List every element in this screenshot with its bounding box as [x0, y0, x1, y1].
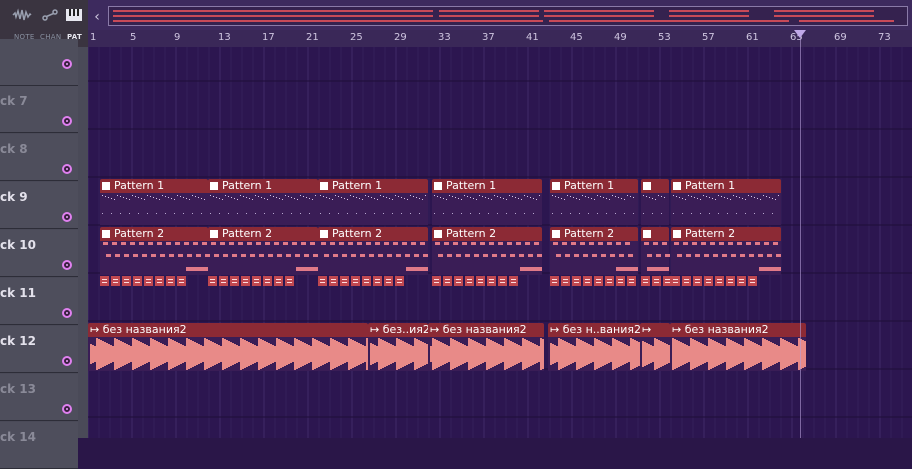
pattern-clip[interactable]: Pattern 2 — [671, 227, 781, 275]
track-header[interactable]: ck 13 — [0, 374, 78, 421]
pattern-clip[interactable]: Pattern 1 — [550, 179, 638, 225]
track-header[interactable]: ck 14 — [0, 422, 78, 469]
ruler-bar-number: 29 — [394, 32, 407, 43]
track-toggle-icon[interactable] — [62, 59, 72, 69]
clip-label: без названия2 — [442, 323, 527, 336]
clip-label: Pattern 2 — [446, 227, 497, 240]
ruler-bar-number: 45 — [570, 32, 583, 43]
pattern-clip[interactable]: Pattern 1 — [432, 179, 542, 225]
track-toggle-icon[interactable] — [62, 356, 72, 366]
clip-label: Pattern 2 — [222, 227, 273, 240]
track-header[interactable]: ck 9 — [0, 182, 78, 229]
pattern-clip[interactable]: Pattern 1 — [208, 179, 318, 225]
clip-label: Pattern 1 — [446, 179, 497, 192]
track-header[interactable]: ck 10 — [0, 230, 78, 277]
clip-label: без н..вания2 — [562, 323, 640, 336]
track-header[interactable]: ck 12 — [0, 326, 78, 373]
track-toggle-icon[interactable] — [62, 308, 72, 318]
clip-label: Pattern 1 — [685, 179, 736, 192]
clip-label: без названия2 — [684, 323, 769, 336]
ruler-bar-number: 53 — [658, 32, 671, 43]
track-header[interactable]: ck 7 — [0, 86, 78, 133]
ruler-bar-number: 1 — [90, 32, 97, 43]
clip-label: Pattern 1 — [222, 179, 273, 192]
playlist-overview[interactable] — [108, 6, 908, 26]
track-toggle-icon[interactable] — [62, 260, 72, 270]
clip-label: Pattern 1 — [564, 179, 615, 192]
pattern-clip[interactable]: Pattern 1 — [671, 179, 781, 225]
track-name: ck 12 — [0, 334, 36, 348]
audio-clip[interactable]: ↦ без названия2 — [428, 323, 544, 371]
ruler-bar-number: 57 — [702, 32, 715, 43]
clip-label: Pattern 2 — [332, 227, 383, 240]
pattern-clip[interactable] — [641, 179, 669, 225]
track-name: ck 13 — [0, 382, 36, 396]
pattern-clip[interactable]: Pattern 2 — [100, 227, 208, 275]
audio-clip[interactable]: ↦ без названия2 — [670, 323, 806, 371]
clip-label: Pattern 2 — [685, 227, 736, 240]
pattern-clip[interactable]: Pattern 1 — [318, 179, 428, 225]
track-name: ck 14 — [0, 430, 36, 444]
track-toggle-icon[interactable] — [62, 212, 72, 222]
ruler-bar-number: 61 — [746, 32, 759, 43]
clip-label: Pattern 1 — [332, 179, 383, 192]
track-toggle-icon[interactable] — [62, 164, 72, 174]
ruler-bar-number: 9 — [174, 32, 181, 43]
track-name: ck 10 — [0, 238, 36, 252]
pattern-clip[interactable]: Pattern 2 — [550, 227, 638, 275]
audio-clip[interactable]: ↦ без..ия2 — [368, 323, 428, 371]
playhead-line — [800, 30, 801, 438]
track-toggle-icon[interactable] — [62, 404, 72, 414]
clip-label: без..ия2 — [382, 323, 428, 336]
track-header[interactable]: ck 11 — [0, 278, 78, 325]
track-toggle-icon[interactable] — [62, 116, 72, 126]
chevron-left-icon[interactable]: ‹ — [90, 9, 104, 25]
pattern-clip[interactable]: Pattern 1 — [100, 179, 208, 225]
ruler-bar-number: 5 — [130, 32, 137, 43]
piano-icon[interactable] — [64, 8, 84, 26]
ruler-bar-number: 69 — [834, 32, 847, 43]
clip-label: Pattern 2 — [114, 227, 165, 240]
playhead-marker-icon[interactable] — [794, 30, 806, 38]
audio-clip[interactable]: ↦ без названия2 — [88, 323, 368, 371]
pattern-clip[interactable]: Pattern 2 — [208, 227, 318, 275]
ruler-bar-number: 41 — [526, 32, 539, 43]
clip-label: Pattern 1 — [114, 179, 165, 192]
track-header[interactable]: ck 8 — [0, 134, 78, 181]
track-name: ck 9 — [0, 190, 28, 204]
playlist-grid[interactable]: Pattern 1 Pattern 1 Pattern 1 Pattern 1 … — [88, 47, 912, 438]
ruler-bar-number: 33 — [438, 32, 451, 43]
clip-label: Pattern 2 — [564, 227, 615, 240]
pattern-clip[interactable]: Pattern 2 — [432, 227, 542, 275]
track-header[interactable] — [0, 39, 78, 86]
ruler-bar-number: 25 — [350, 32, 363, 43]
pattern-clip[interactable]: Pattern 2 — [318, 227, 428, 275]
timeline-ruler[interactable]: 1 5 9 13 17 21 25 29 33 37 41 45 49 53 57 61 65 69 73 — [88, 30, 912, 48]
ruler-bar-number: 21 — [306, 32, 319, 43]
audio-clip[interactable]: ↦ без н..вания2 — [548, 323, 640, 371]
track-name: ck 8 — [0, 142, 28, 156]
track-name: ck 11 — [0, 286, 36, 300]
ruler-bar-number: 17 — [262, 32, 275, 43]
ruler-bar-number: 13 — [218, 32, 231, 43]
pattern-clip[interactable] — [641, 227, 669, 275]
clip-label: без названия2 — [102, 323, 187, 336]
track-headers: ck 7 ck 8 ck 9 ck 10 ck 11 ck 12 ck 13 c… — [0, 39, 88, 469]
audio-clip[interactable]: ↦ — [640, 323, 670, 371]
ruler-bar-number: 37 — [482, 32, 495, 43]
ruler-bar-number: 49 — [614, 32, 627, 43]
ruler-bar-number: 73 — [878, 32, 891, 43]
channel-icon[interactable] — [40, 8, 60, 26]
waveform-icon[interactable] — [12, 8, 32, 26]
track-name: ck 7 — [0, 94, 28, 108]
